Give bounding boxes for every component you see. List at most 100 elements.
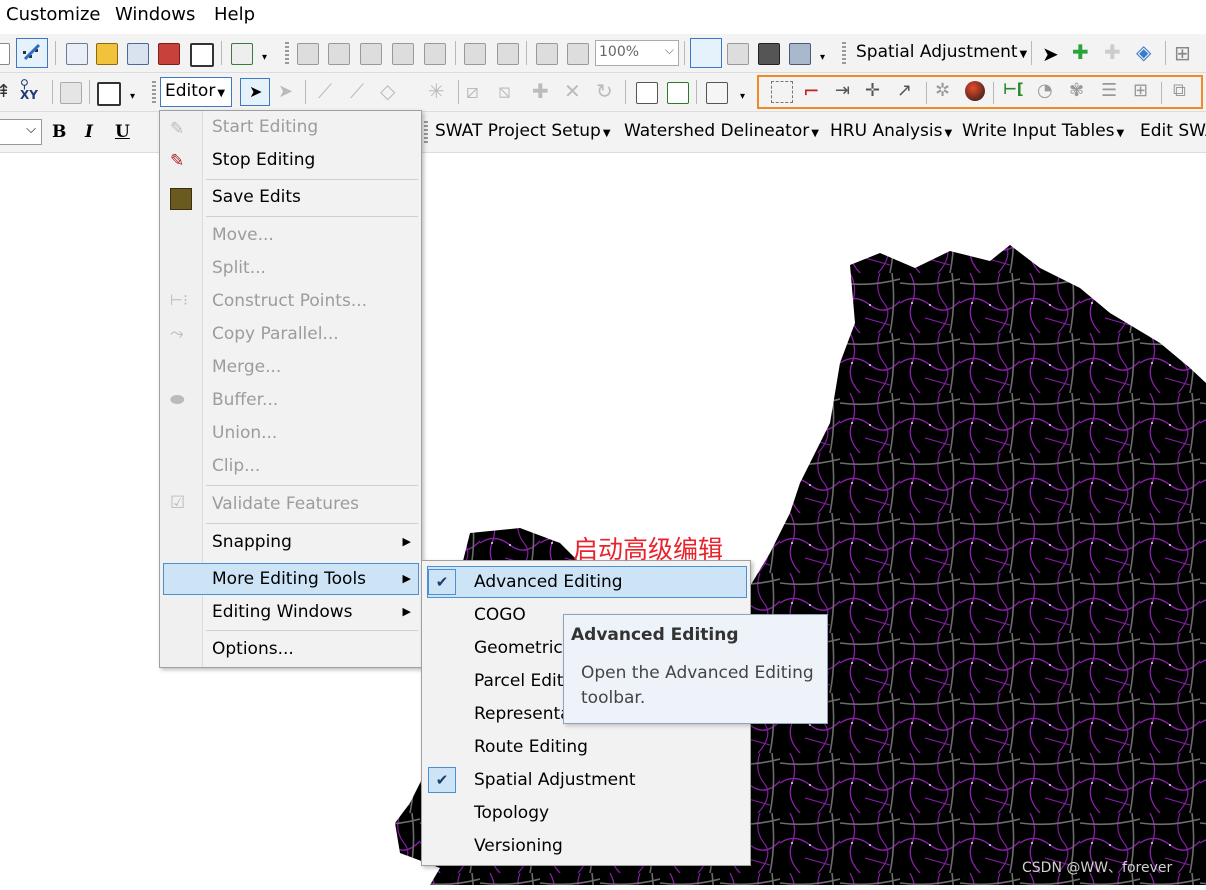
menu-item-stop-editing[interactable]: Stop Editing xyxy=(212,150,315,170)
add-data-icon[interactable]: ⇞ xyxy=(0,81,11,102)
toolbar-options-icon[interactable]: ▾ xyxy=(130,91,135,102)
font-size-select[interactable]: ⌵ xyxy=(0,119,42,145)
menu-item-union[interactable]: Union... xyxy=(212,423,277,443)
menu-item-merge[interactable]: Merge... xyxy=(212,357,281,377)
fillet-icon[interactable]: ⌐ xyxy=(803,79,820,103)
menu-item-start-editing[interactable]: Start Editing xyxy=(212,117,318,137)
layout-view-button[interactable] xyxy=(690,38,722,68)
edit-vertices-icon[interactable]: ⧄ xyxy=(466,79,479,103)
fixed-zoom-in-icon[interactable] xyxy=(464,43,486,65)
menu-item-validate-features[interactable]: Validate Features xyxy=(212,494,359,514)
watershed-delineator-menu[interactable]: Watershed Delineator ▼ xyxy=(624,121,819,141)
menu-item-buffer[interactable]: Buffer... xyxy=(212,390,278,410)
generalize-icon[interactable] xyxy=(965,81,985,101)
bold-button[interactable]: B xyxy=(52,122,66,142)
model-builder-icon[interactable] xyxy=(231,43,253,65)
menu-item-clip[interactable]: Clip... xyxy=(212,456,260,476)
menu-item-editing-windows[interactable]: Editing Windows xyxy=(212,602,353,622)
menu-item-snapping[interactable]: Snapping xyxy=(212,532,292,552)
editor-toolbar-toggle[interactable] xyxy=(16,38,48,68)
fixed-zoom-out-icon[interactable] xyxy=(497,43,519,65)
construct-geodetic-icon[interactable]: ☰ xyxy=(1101,80,1117,101)
explode-icon[interactable]: ✲ xyxy=(935,80,950,101)
modify-link-icon[interactable]: ✚ xyxy=(1104,40,1121,64)
zoom-out-icon[interactable] xyxy=(328,43,350,65)
full-extent-icon[interactable] xyxy=(392,43,414,65)
smooth-icon[interactable]: ✾ xyxy=(1069,80,1084,101)
menu-item-move[interactable]: Move... xyxy=(212,225,274,245)
construct-polygons-icon[interactable]: ⊞ xyxy=(1133,80,1148,101)
change-layout-icon[interactable] xyxy=(789,43,811,65)
split-polygons-icon[interactable]: ⧉ xyxy=(1173,80,1186,101)
cut-polygons-icon[interactable]: ✚ xyxy=(532,79,549,103)
edit-annotation-icon[interactable]: ➤ xyxy=(278,81,293,102)
edit-tool-button[interactable]: ➤ xyxy=(240,78,270,106)
create-viewer-icon[interactable] xyxy=(97,82,121,106)
reshape-icon[interactable]: ⧅ xyxy=(498,79,511,103)
swat-project-setup-menu[interactable]: SWAT Project Setup ▼ xyxy=(435,121,611,141)
toolbar-options-icon[interactable]: ▾ xyxy=(740,91,745,102)
python-window-icon[interactable] xyxy=(190,43,214,67)
menu-item-versioning[interactable]: Versioning xyxy=(474,836,563,856)
underline-button[interactable]: U xyxy=(115,122,130,142)
menu-windows[interactable]: Windows xyxy=(115,4,195,25)
open-time-slider-icon[interactable] xyxy=(60,82,82,104)
page-icon[interactable] xyxy=(424,43,446,65)
menu-item-representation[interactable]: Representa xyxy=(474,704,571,724)
catalog-icon[interactable] xyxy=(96,43,118,65)
trace-icon[interactable]: ◇ xyxy=(380,79,395,103)
edit-swat-menu[interactable]: Edit SWA xyxy=(1140,121,1206,141)
endpoint-arc-icon[interactable]: ⟋ xyxy=(350,79,364,103)
toolbar-options-icon[interactable]: ▾ xyxy=(262,52,267,63)
align-to-shape-icon[interactable]: ⊢[ xyxy=(1003,80,1024,98)
pan-icon[interactable] xyxy=(360,43,382,65)
point-icon[interactable]: ✳ xyxy=(428,79,445,103)
toggle-draft-icon[interactable] xyxy=(727,43,749,65)
toolbar-options-icon[interactable]: ▾ xyxy=(820,52,825,63)
attributes-icon[interactable] xyxy=(636,82,658,104)
select-arrow-icon[interactable]: ➤ xyxy=(1042,42,1059,66)
menu-item-topology[interactable]: Topology xyxy=(474,803,549,823)
menu-help[interactable]: Help xyxy=(214,4,255,25)
menu-item-geometric[interactable]: Geometric xyxy=(474,638,563,658)
copy-features-icon[interactable] xyxy=(771,81,793,103)
spatial-adjustment-menu[interactable]: Spatial Adjustment ▼ xyxy=(856,42,1027,62)
menu-item-parcel-editor[interactable]: Parcel Edit xyxy=(474,671,563,691)
menu-customize[interactable]: Customize xyxy=(6,4,100,25)
zoom-combobox[interactable]: 100% ⌵ xyxy=(595,40,679,66)
link-table-icon[interactable]: ⊞ xyxy=(1174,41,1191,65)
multi-displacement-icon[interactable]: ◈ xyxy=(1136,40,1151,64)
menu-item-split[interactable]: Split... xyxy=(212,258,266,278)
replace-geometry-icon[interactable]: ◔ xyxy=(1037,80,1053,101)
zoom-in-icon[interactable] xyxy=(297,43,319,65)
back-extent-icon[interactable] xyxy=(536,43,558,65)
menu-item-route-editing[interactable]: Route Editing xyxy=(474,737,588,757)
search-window-icon[interactable] xyxy=(127,43,149,65)
dropdown-icon[interactable] xyxy=(0,43,10,65)
menu-item-options[interactable]: Options... xyxy=(212,639,294,659)
sketch-properties-icon[interactable] xyxy=(667,82,689,104)
arctoolbox-icon[interactable] xyxy=(158,43,180,65)
split-icon[interactable]: ✕ xyxy=(564,79,581,103)
menu-item-copy-parallel[interactable]: Copy Parallel... xyxy=(212,324,339,344)
menu-item-construct-points[interactable]: Construct Points... xyxy=(212,291,367,311)
menu-item-cogo[interactable]: COGO xyxy=(474,605,526,625)
rotate-icon[interactable]: ↻ xyxy=(596,79,613,103)
trim-icon[interactable]: ✛ xyxy=(865,80,880,101)
italic-button[interactable]: I xyxy=(85,122,93,142)
new-displacement-link-icon[interactable]: ✚ xyxy=(1072,40,1089,64)
extend-icon[interactable]: ⇥ xyxy=(835,80,850,101)
editor-menu-button[interactable]: Editor ▼ xyxy=(160,77,232,107)
hru-analysis-menu[interactable]: HRU Analysis ▼ xyxy=(830,121,952,141)
menu-item-advanced-editing[interactable]: Advanced Editing xyxy=(474,572,623,592)
write-input-tables-menu[interactable]: Write Input Tables ▼ xyxy=(962,121,1124,141)
line-intersection-icon[interactable]: ↗ xyxy=(897,80,912,101)
menu-item-more-editing-tools[interactable]: More Editing Tools xyxy=(212,569,366,589)
forward-extent-icon[interactable] xyxy=(567,43,589,65)
focus-frame-icon[interactable] xyxy=(758,43,780,65)
menu-item-save-edits[interactable]: Save Edits xyxy=(212,187,301,207)
create-features-icon[interactable] xyxy=(706,82,728,104)
table-icon[interactable] xyxy=(66,43,88,65)
straight-segment-icon[interactable]: ⟋ xyxy=(318,79,332,103)
menu-item-spatial-adjustment[interactable]: Spatial Adjustment xyxy=(474,770,636,790)
